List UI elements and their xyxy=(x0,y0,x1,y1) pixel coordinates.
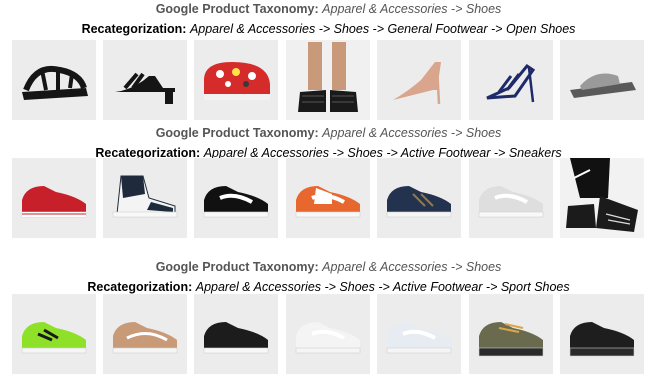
navy-mule-sandal-icon xyxy=(469,40,553,120)
taxonomy-label: Google Product Taxonomy: xyxy=(155,2,319,16)
nude-pointed-pump-icon xyxy=(377,40,461,120)
recategorization-line: Recategorization: Apparel & Accessories … xyxy=(0,22,657,37)
white-knit-sneaker-icon xyxy=(469,158,553,238)
taxonomy-label: Google Product Taxonomy: xyxy=(155,126,319,140)
product-image-row xyxy=(12,158,645,238)
black-heeled-strap-sandal-icon xyxy=(103,40,187,120)
orange-white-low-sneaker-icon xyxy=(286,158,370,238)
tan-indoor-football-shoe-icon xyxy=(103,294,187,374)
recategorization-line: Recategorization: Apparel & Accessories … xyxy=(0,280,657,295)
red-graphic-clog-icon xyxy=(194,40,278,120)
recategorization-label: Recategorization: xyxy=(87,280,193,294)
white-blue-running-shoe-icon xyxy=(377,294,461,374)
black-chunky-sneaker-worn-icon xyxy=(560,158,644,238)
taxonomy-line: Google Product Taxonomy: Apparel & Acces… xyxy=(0,260,657,275)
recategorization-path: Apparel & Accessories -> Shoes -> Genera… xyxy=(189,22,576,36)
taxonomy-label: Google Product Taxonomy: xyxy=(155,260,319,274)
navy-suede-running-sneaker-icon xyxy=(377,158,461,238)
recategorization-label: Recategorization: xyxy=(81,22,187,36)
product-image-row xyxy=(12,294,645,374)
green-indoor-football-shoe-icon xyxy=(12,294,96,374)
taxonomy-path: Apparel & Accessories -> Shoes xyxy=(322,260,502,274)
black-sport-sandal-icon xyxy=(12,40,96,120)
black-training-shoe-icon xyxy=(194,294,278,374)
taxonomy-line: Google Product Taxonomy: Apparel & Acces… xyxy=(0,2,657,17)
olive-hiking-shoe-icon xyxy=(469,294,553,374)
black-white-low-sneaker-icon xyxy=(194,158,278,238)
taxonomy-path: Apparel & Accessories -> Shoes xyxy=(322,2,502,16)
taxonomy-line: Google Product Taxonomy: Apparel & Acces… xyxy=(0,126,657,141)
white-running-shoe-icon xyxy=(286,294,370,374)
taxonomy-path: Apparel & Accessories -> Shoes xyxy=(322,126,502,140)
black-basketball-shoe-icon xyxy=(560,294,644,374)
navy-white-high-top-sneaker-icon xyxy=(103,158,187,238)
grey-slide-sandal-icon xyxy=(560,40,644,120)
red-canvas-sneaker-icon xyxy=(12,158,96,238)
black-fisherman-sandal-worn-icon xyxy=(286,40,370,120)
product-image-row xyxy=(12,40,645,120)
recategorization-path: Apparel & Accessories -> Shoes -> Active… xyxy=(195,280,570,294)
